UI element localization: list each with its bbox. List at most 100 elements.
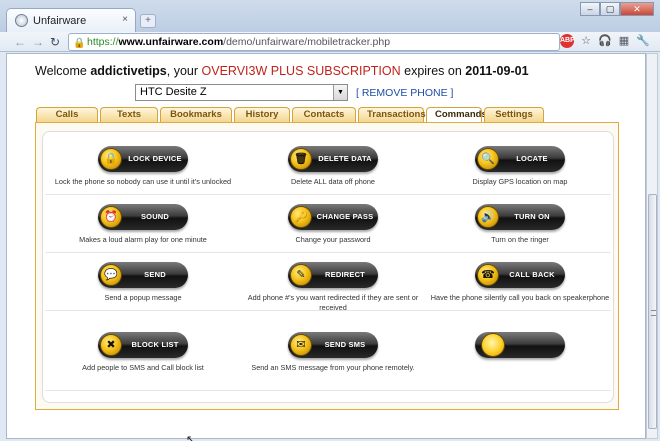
command-description: Send an SMS message from your phone remo… bbox=[251, 363, 415, 372]
command-description: Display GPS location on map bbox=[472, 177, 568, 186]
key-icon: 🔑 bbox=[290, 206, 312, 228]
command-description: Change your password bbox=[295, 235, 371, 244]
call-back-button[interactable]: ☎ CALL BACK bbox=[475, 262, 565, 288]
phone-icon: ☎ bbox=[477, 264, 499, 286]
lock-device-button[interactable]: 🔒 LOCK DEVICE bbox=[98, 146, 188, 172]
qr-code-icon[interactable]: ▦ bbox=[617, 34, 631, 48]
command-label: SEND MESSAGE bbox=[135, 270, 175, 305]
change-pass-button[interactable]: 🔑 CHANGE PASS bbox=[288, 204, 378, 230]
commands-panel: 🔒 LOCK DEVICE Lock the phone so nobody can… bbox=[35, 122, 619, 410]
phone-select-value: HTC Desite Z bbox=[140, 86, 207, 98]
window-controls: – ▢ ✕ bbox=[580, 2, 654, 16]
blank-orb-icon bbox=[481, 333, 505, 357]
command-description: Add phone #'s you want redirected if the… bbox=[247, 293, 419, 312]
block-list-button[interactable]: ✖ BLOCK LIST bbox=[98, 332, 188, 358]
unlabeled-button[interactable] bbox=[475, 332, 565, 358]
command-label: CHANGE PASS bbox=[316, 212, 374, 221]
command-label: CALL BACK bbox=[509, 270, 555, 279]
tab-history[interactable]: History bbox=[234, 107, 290, 122]
command-description: Add people to SMS and Call block list bbox=[82, 363, 204, 372]
command-send-message: 💬 SEND MESSAGE Send a popup message bbox=[48, 258, 238, 326]
browser-toolbar: ← → ↻ 🔒 https://www.unfairware.com/demo/… bbox=[0, 32, 660, 52]
tab-transactions[interactable]: Transactions bbox=[358, 107, 426, 122]
commands-grid: 🔒 LOCK DEVICE Lock the phone so nobody can… bbox=[42, 131, 614, 403]
vertical-scrollbar[interactable] bbox=[646, 53, 658, 439]
dropdown-arrow-icon[interactable]: ▼ bbox=[333, 85, 347, 100]
chat-bubble-icon: 💬 bbox=[100, 264, 122, 286]
command-description: Send a popup message bbox=[104, 293, 182, 302]
tab-settings[interactable]: Settings bbox=[484, 107, 544, 122]
command-label: LOCATE DEVICE bbox=[516, 154, 548, 189]
page-viewport: Welcome addictivetips, your OVERVI3W PLU… bbox=[6, 53, 646, 439]
redirect-msg-button[interactable]: ✎ REDIRECT MSG bbox=[288, 262, 378, 305]
command-unlabeled bbox=[425, 328, 613, 396]
magnifier-icon: 🔍 bbox=[477, 148, 499, 170]
command-send-sms: ✉ SEND SMS Send an SMS message from your p… bbox=[238, 328, 428, 396]
command-description: Makes a loud alarm play for one minute bbox=[79, 235, 207, 244]
sound-alarm-button[interactable]: ⏰ SOUND ALARM bbox=[98, 204, 188, 247]
forward-arrow-icon[interactable]: → bbox=[32, 35, 44, 49]
browser-tab[interactable]: Unfairware × bbox=[6, 8, 136, 32]
wrench-menu-icon[interactable]: 🔧 bbox=[636, 34, 650, 48]
welcome-message: Welcome addictivetips, your OVERVI3W PLU… bbox=[35, 64, 529, 78]
back-arrow-icon[interactable]: ← bbox=[14, 35, 26, 49]
tab-title: Unfairware bbox=[33, 14, 87, 27]
address-bar[interactable]: 🔒 https://www.unfairware.com/demo/unfair… bbox=[68, 33, 560, 51]
trash-icon: 🗑 bbox=[290, 148, 312, 170]
command-label: SOUND ALARM bbox=[140, 212, 170, 247]
alarm-clock-icon: ⏰ bbox=[100, 206, 122, 228]
reload-icon[interactable]: ↻ bbox=[50, 35, 60, 49]
subscription-plan: OVERVI3W PLUS SUBSCRIPTION bbox=[201, 64, 401, 78]
browser-window: Unfairware × + – ▢ ✕ ← → ↻ 🔒 https://www… bbox=[0, 0, 660, 441]
expires-text: expires on bbox=[400, 64, 466, 78]
username: addictivetips bbox=[90, 64, 167, 78]
welcome-middle: , your bbox=[166, 64, 202, 78]
ssl-lock-icon: 🔒 bbox=[73, 38, 86, 49]
lock-icon: 🔒 bbox=[100, 148, 122, 170]
command-description: Lock the phone so nobody can use it unti… bbox=[54, 177, 232, 186]
remove-phone-link[interactable]: [ REMOVE PHONE ] bbox=[356, 87, 453, 99]
command-label: REDIRECT MSG bbox=[325, 270, 365, 305]
adblock-badge-icon[interactable]: ABP bbox=[560, 34, 575, 48]
minimize-button[interactable]: – bbox=[580, 2, 600, 16]
extension-icons: ABP ☆ 🎧 ▦ 🔧 bbox=[560, 34, 650, 48]
tab-close-icon[interactable]: × bbox=[122, 14, 128, 25]
locate-device-button[interactable]: 🔍 LOCATE DEVICE bbox=[475, 146, 565, 189]
expiry-date: 2011-09-01 bbox=[465, 64, 529, 78]
send-message-button[interactable]: 💬 SEND MESSAGE bbox=[98, 262, 188, 305]
globe-favicon-icon bbox=[15, 14, 28, 27]
star-bookmark-icon[interactable]: ☆ bbox=[579, 34, 593, 48]
welcome-prefix: Welcome bbox=[35, 64, 91, 78]
url-scheme: https:// bbox=[87, 36, 119, 48]
tab-commands[interactable]: Commands bbox=[426, 107, 487, 123]
command-description: Have the phone silently call you back on… bbox=[430, 293, 610, 302]
speaker-icon: 🔊 bbox=[477, 206, 499, 228]
feature-tabs: Calls Texts Bookmarks History Contacts Transa… bbox=[36, 107, 544, 123]
close-window-button[interactable]: ✕ bbox=[620, 2, 654, 16]
new-tab-button[interactable]: + bbox=[140, 14, 156, 28]
phone-select[interactable]: HTC Desite Z ▼ bbox=[135, 84, 348, 101]
mouse-cursor-icon: ↖ bbox=[186, 434, 196, 441]
url-host: www.unfairware.com bbox=[118, 36, 224, 48]
command-label: TURN ON RINGER bbox=[514, 212, 550, 247]
turn-on-ringer-button[interactable]: 🔊 TURN ON RINGER bbox=[475, 204, 565, 247]
send-sms-button[interactable]: ✉ SEND SMS bbox=[288, 332, 378, 358]
scrollbar-thumb[interactable] bbox=[648, 194, 657, 429]
tab-bookmarks[interactable]: Bookmarks bbox=[160, 107, 232, 122]
command-redirect-msg: ✎ REDIRECT MSG Add phone #'s you want redi… bbox=[238, 258, 428, 326]
x-block-icon: ✖ bbox=[100, 334, 122, 356]
tab-contacts[interactable]: Contacts bbox=[292, 107, 356, 122]
command-label: LOCK DEVICE bbox=[128, 154, 182, 163]
scroll-grip-icon bbox=[651, 310, 656, 316]
tab-texts[interactable]: Texts bbox=[100, 107, 158, 122]
command-call-back: ☎ CALL BACK Have the phone silently call y… bbox=[425, 258, 613, 326]
headphones-icon[interactable]: 🎧 bbox=[598, 34, 612, 48]
delete-data-button[interactable]: 🗑 DELETE DATA bbox=[288, 146, 378, 172]
tab-calls[interactable]: Calls bbox=[36, 107, 98, 122]
command-block-list: ✖ BLOCK LIST Add people to SMS and Call bl… bbox=[48, 328, 238, 396]
command-label: BLOCK LIST bbox=[131, 340, 179, 349]
maximize-button[interactable]: ▢ bbox=[600, 2, 620, 16]
command-label: SEND SMS bbox=[324, 340, 366, 349]
command-label bbox=[503, 332, 561, 358]
url-path: /demo/unfairware/mobiletracker.php bbox=[223, 36, 391, 48]
